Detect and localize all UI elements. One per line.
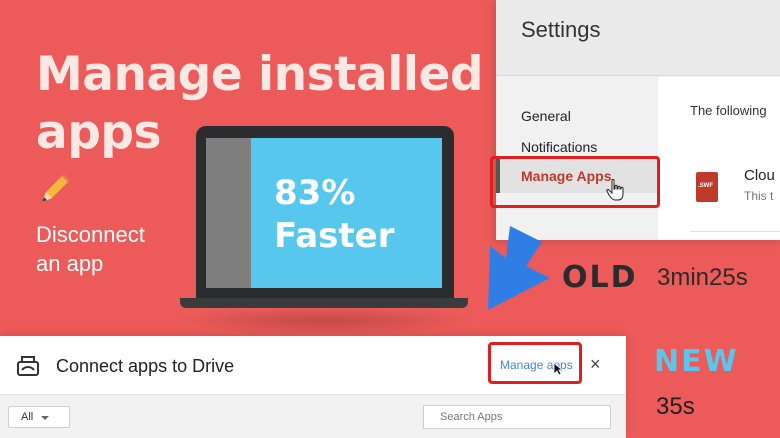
- old-time: 3min25s: [657, 264, 748, 291]
- old-label: OLD: [562, 260, 638, 295]
- speed-claim: 83% Faster: [274, 172, 395, 258]
- new-time: 35s: [656, 393, 695, 420]
- pencil-icon: [42, 174, 70, 202]
- dialog-toolbar: All Search Apps: [0, 394, 626, 438]
- nav-item-notifications[interactable]: Notifications: [521, 139, 597, 155]
- file-badge: .SWF: [698, 183, 713, 189]
- filter-value: All: [21, 411, 34, 423]
- settings-intro-text: The following: [690, 103, 767, 118]
- subtitle: Disconnect an app: [36, 220, 145, 278]
- headline-line-1: Manage installed: [36, 47, 484, 102]
- highlight-manage-apps-nav: [490, 156, 660, 208]
- search-apps-input[interactable]: Search Apps: [423, 405, 611, 429]
- subtitle-line-1: Disconnect: [36, 222, 145, 247]
- app-subtitle: This t: [744, 189, 774, 203]
- filter-select[interactable]: All: [8, 406, 70, 428]
- settings-header: Settings: [496, 0, 780, 76]
- laptop-base: [180, 298, 468, 308]
- nav-item-general[interactable]: General: [521, 108, 571, 124]
- laptop-screen: 83% Faster: [206, 138, 442, 288]
- settings-title: Settings: [521, 17, 601, 42]
- down-arrow-icon: [488, 226, 550, 310]
- divider: [690, 231, 780, 232]
- subtitle-line-2: an app: [36, 251, 104, 276]
- app-name[interactable]: Clou: [744, 167, 775, 184]
- chevron-down-icon: [41, 416, 49, 420]
- highlight-manage-apps-link: [488, 342, 582, 384]
- speed-percent: 83%: [274, 173, 356, 213]
- speed-word: Faster: [274, 216, 395, 256]
- dialog-title: Connect apps to Drive: [56, 356, 235, 376]
- laptop-screen-sidebar: [206, 138, 251, 288]
- settings-main: The following .SWF Clou This t: [658, 77, 780, 240]
- swf-file-icon: .SWF: [696, 172, 718, 202]
- laptop-shadow: [170, 306, 480, 336]
- drive-connect-icon: [17, 356, 39, 376]
- close-button[interactable]: ×: [590, 354, 601, 375]
- new-label: NEW: [654, 344, 739, 379]
